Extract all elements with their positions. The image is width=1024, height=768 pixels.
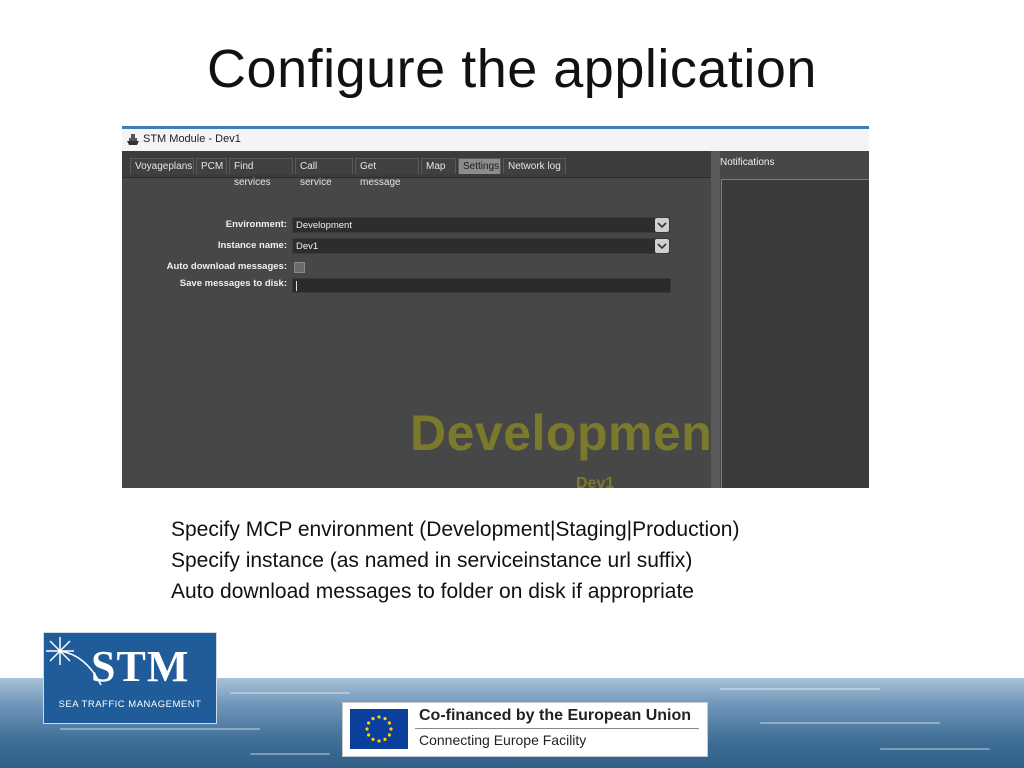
text-caret [296,281,297,291]
stm-logo-subtitle: SEA TRAFFIC MANAGEMENT [58,699,202,710]
auto-download-label: Auto download messages: [166,261,287,272]
save-to-disk-input[interactable] [292,278,671,293]
eu-cofinance-badge: Co-financed by the European Union Connec… [342,702,708,757]
tab-find-services[interactable]: Find services [229,158,293,188]
eu-flag-icon [350,709,408,749]
tab-map[interactable]: Map [421,158,456,174]
tab-bar: Voyageplans PCM Find services Call servi… [122,151,711,188]
environment-dropdown-button[interactable] [655,218,669,232]
chevron-down-icon [657,222,667,229]
instance-name-value: Dev1 [296,241,319,252]
eu-divider [415,728,699,729]
notifications-title: Notifications [720,157,775,168]
chevron-down-icon [657,243,667,250]
instance-name-select[interactable]: Dev1 [292,238,670,254]
auto-download-checkbox[interactable] [294,262,305,273]
app-window: STM Module - Dev1 Voyageplans PCM Find s… [122,126,869,488]
instance-dropdown-button[interactable] [655,239,669,253]
save-to-disk-label: Save messages to disk: [179,278,287,289]
note-instance: Specify instance (as named in serviceins… [171,549,693,572]
pane-splitter[interactable] [711,151,720,488]
note-auto-download: Auto download messages to folder on disk… [171,580,694,603]
main-pane: Voyageplans PCM Find services Call servi… [122,151,729,488]
window-titlebar: STM Module - Dev1 [122,129,869,151]
tab-settings[interactable]: Settings [458,158,501,174]
tab-pcm[interactable]: PCM [196,158,227,174]
stm-logo-text: STM [91,642,190,691]
instance-name-label: Instance name: [217,240,287,251]
eu-cofinance-text: Co-financed by the European Union [419,707,692,724]
tab-voyageplans[interactable]: Voyageplans [130,158,194,174]
tab-network-log[interactable]: Network log [503,158,566,174]
window-title: STM Module - Dev1 [143,133,241,145]
note-environment: Specify MCP environment (Development|Sta… [171,518,740,541]
notifications-list[interactable] [721,179,869,488]
tab-get-message[interactable]: Get message [355,158,419,188]
cef-text: Connecting Europe Facility [419,732,587,748]
environment-watermark: Development [410,405,730,461]
ship-icon [127,134,139,145]
slide-notes: Specify MCP environment (Development|Sta… [171,514,739,607]
environment-select[interactable]: Development [292,217,670,233]
notifications-pane: Notifications [720,151,869,488]
tab-call-service[interactable]: Call service [295,158,353,188]
stm-logo: STM SEA TRAFFIC MANAGEMENT [43,632,217,724]
instance-watermark: Dev1 [576,475,615,488]
environment-label: Environment: [225,219,287,230]
environment-value: Development [296,220,352,231]
slide-title: Configure the application [207,39,817,99]
